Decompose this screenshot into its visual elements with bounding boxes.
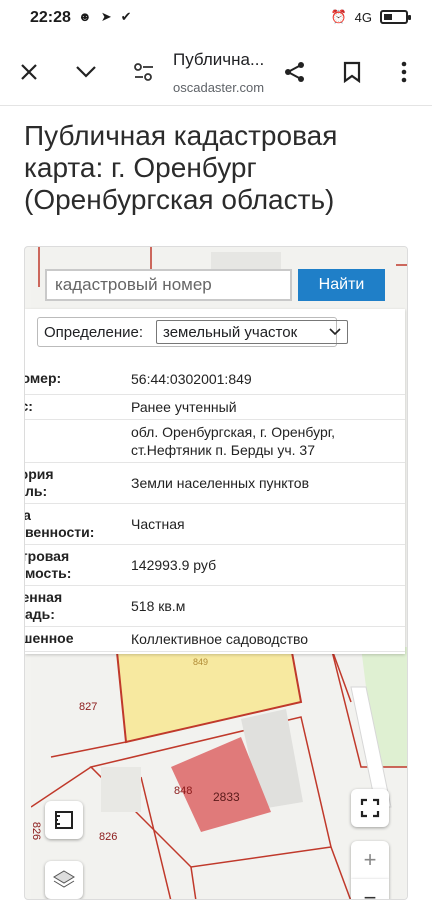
ruler-button[interactable] (45, 801, 83, 839)
map-label: 826 (99, 831, 118, 843)
attribute-key: ешенное (25, 626, 131, 652)
status-bar: 22:28 ☻ ➤ ✔ ⏰ 4G (0, 0, 432, 38)
app-icon: ✔ (120, 9, 132, 24)
attribute-key: тория ль: (25, 462, 131, 504)
attribute-row: с:обл. Оренбургская, г. Оренбург, ст.Неф… (25, 419, 405, 463)
definition-row: Определение: земельный участок (37, 317, 348, 347)
definition-select[interactable]: земельный участок (156, 320, 348, 344)
cadastral-number-input[interactable] (45, 269, 292, 301)
attribute-key: стровая мость: (25, 544, 131, 586)
layers-icon (53, 870, 75, 888)
attribute-row: тория ль:Земли населенных пунктов (25, 462, 405, 504)
zoom-in-button[interactable]: + (351, 841, 389, 879)
attribute-key: номер: (25, 364, 131, 395)
attribute-value: Частная (131, 503, 405, 545)
plus-icon: + (363, 847, 377, 872)
search-button[interactable]: Найти (298, 269, 385, 301)
attribute-value: обл. Оренбургская, г. Оренбург, ст.Нефтя… (131, 419, 405, 463)
attribute-key: ма венности: (25, 503, 131, 545)
smiley-icon: ☻ (78, 9, 92, 24)
alarm-icon: ⏰ (330, 9, 347, 24)
fullscreen-icon (360, 798, 380, 818)
site-settings-icon[interactable] (128, 56, 160, 88)
map-label: 2833 (213, 790, 240, 804)
attribute-value: 518 кв.м (131, 585, 405, 627)
map-widget: 827 848 2833 826 826 849 Найти Определен… (24, 246, 408, 900)
share-icon[interactable] (279, 56, 311, 88)
signal-icon: 4G (354, 9, 372, 25)
chevron-down-icon[interactable] (70, 56, 102, 88)
map-label: 826 (30, 821, 43, 841)
status-time: 22:28 (30, 9, 71, 26)
telegram-icon: ➤ (100, 9, 112, 24)
ruler-icon (55, 811, 73, 829)
minus-icon: − (363, 885, 377, 900)
attribute-row: стровая мость:142993.9 руб (25, 544, 405, 586)
attribute-row: ненная адь:518 кв.м (25, 585, 405, 627)
parcel-info-panel: Определение: земельный участок номер:56:… (25, 309, 405, 654)
search-bar: Найти (45, 269, 385, 305)
page-title: Публичная кадастровая карта: г. Оренбург… (24, 120, 338, 215)
attribute-row: ешенноеКоллективное садоводство (25, 626, 405, 652)
attribute-value: Коллективное садоводство (131, 626, 405, 652)
attribute-key: ус: (25, 394, 131, 420)
definition-label: Определение: (44, 323, 144, 341)
attribute-row: ма венности:Частная (25, 503, 405, 545)
map-label: 827 (79, 701, 98, 713)
browser-toolbar: Публична... oscadaster.com (0, 38, 432, 106)
attribute-key: с: (25, 419, 131, 463)
attribute-value: 142993.9 руб (131, 544, 405, 586)
map-label: 848 (174, 785, 193, 797)
more-options-icon[interactable] (388, 56, 420, 88)
attribute-value: 56:44:0302001:849 (131, 364, 405, 395)
close-icon[interactable] (13, 56, 45, 88)
system-icons: ⏰ 4G (330, 9, 411, 25)
zoom-out-button[interactable]: − (351, 879, 389, 900)
attribute-value: Земли населенных пунктов (131, 462, 405, 504)
fullscreen-button[interactable] (351, 789, 389, 827)
battery-icon (380, 10, 411, 24)
attribute-row: номер:56:44:0302001:849 (25, 364, 405, 395)
chevron-down-icon (329, 328, 341, 336)
attribute-value: Ранее учтенный (131, 394, 405, 420)
map-label: 849 (193, 657, 209, 667)
tab-title: Публична... (173, 50, 265, 69)
attribute-key: ненная адь: (25, 585, 131, 627)
bookmark-icon[interactable] (336, 56, 368, 88)
attribute-row: ус:Ранее учтенный (25, 394, 405, 420)
notification-icons: ☻ ➤ ✔ (78, 9, 132, 25)
layers-button[interactable] (45, 861, 83, 899)
page-url: oscadaster.com (173, 80, 265, 95)
definition-selected: земельный участок (163, 323, 298, 341)
attributes-table: номер:56:44:0302001:849ус:Ранее учтенный… (25, 364, 405, 652)
